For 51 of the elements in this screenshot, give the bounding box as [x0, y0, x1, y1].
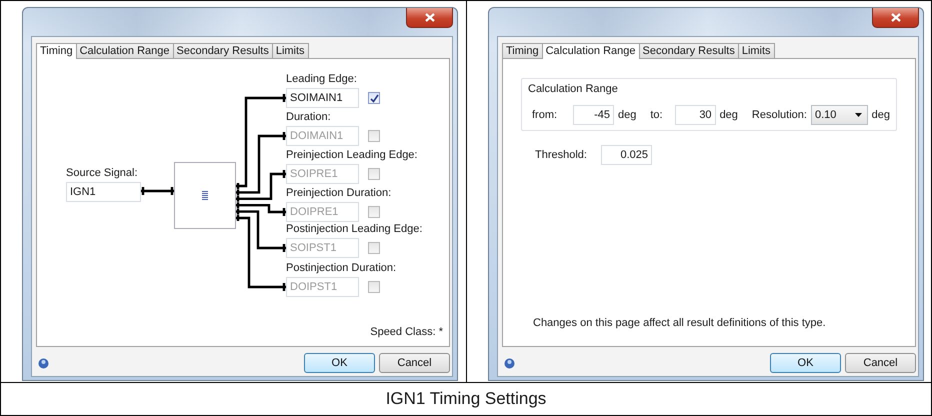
- input-field[interactable]: 0.025: [600, 145, 652, 165]
- field-label: Source Signal:: [66, 167, 138, 180]
- checkbox[interactable]: [368, 92, 380, 104]
- close-icon: [890, 13, 900, 22]
- field-label: to:: [650, 108, 663, 122]
- tab[interactable]: Calculation Range: [542, 43, 640, 59]
- help-icon[interactable]: [504, 358, 515, 368]
- field-label: Postinjection Leading Edge:: [286, 223, 422, 236]
- list-icon: [202, 190, 208, 200]
- checkbox[interactable]: [368, 281, 380, 293]
- field-label: Preinjection Leading Edge:: [286, 149, 418, 162]
- checkbox[interactable]: [368, 242, 380, 254]
- input-field[interactable]: SOIMAIN1: [286, 88, 359, 108]
- unit-label: deg: [872, 108, 890, 122]
- input-field[interactable]: IGN1: [66, 182, 141, 202]
- close-icon: [424, 13, 434, 22]
- field-label: Postinjection Duration:: [286, 262, 396, 275]
- dropdown[interactable]: 0.10: [810, 105, 868, 125]
- field-label: Preinjection Duration:: [286, 187, 392, 200]
- tab[interactable]: Timing: [502, 43, 543, 59]
- tab[interactable]: Calculation Range: [76, 43, 174, 59]
- group-title: Calculation Range: [528, 83, 619, 96]
- input-field[interactable]: -45: [573, 105, 614, 125]
- checkbox[interactable]: [368, 130, 380, 142]
- tab[interactable]: Secondary Results: [638, 43, 739, 59]
- cancel-button[interactable]: Cancel: [845, 353, 916, 373]
- unit-label: deg: [720, 108, 738, 122]
- help-icon[interactable]: [38, 358, 49, 368]
- field-label: from:: [532, 108, 558, 122]
- field-label: Threshold:: [535, 148, 587, 162]
- tab[interactable]: Limits: [738, 43, 775, 59]
- field-label: Duration:: [286, 111, 331, 124]
- tab[interactable]: Limits: [272, 43, 309, 59]
- caption: IGN1 Timing Settings: [386, 389, 546, 409]
- cancel-button[interactable]: Cancel: [379, 353, 450, 373]
- checkbox[interactable]: [368, 206, 380, 218]
- info-text: Changes on this page affect all result definitions of this type.: [532, 317, 827, 330]
- close-button[interactable]: [406, 8, 453, 28]
- tab[interactable]: Timing: [36, 43, 77, 59]
- ok-button[interactable]: OK: [304, 353, 375, 373]
- tab[interactable]: Secondary Results: [172, 43, 273, 59]
- unit-label: deg: [618, 108, 636, 122]
- close-button[interactable]: [872, 8, 919, 28]
- ok-button[interactable]: OK: [770, 353, 841, 373]
- input-field[interactable]: 30: [674, 105, 716, 125]
- speed-class-label: Speed Class: *: [370, 326, 443, 339]
- field-label: Leading Edge:: [286, 73, 357, 86]
- field-label: Resolution:: [752, 108, 807, 122]
- caret-icon: [854, 113, 862, 117]
- connector-line: [140, 186, 176, 196]
- checkbox[interactable]: [368, 168, 380, 180]
